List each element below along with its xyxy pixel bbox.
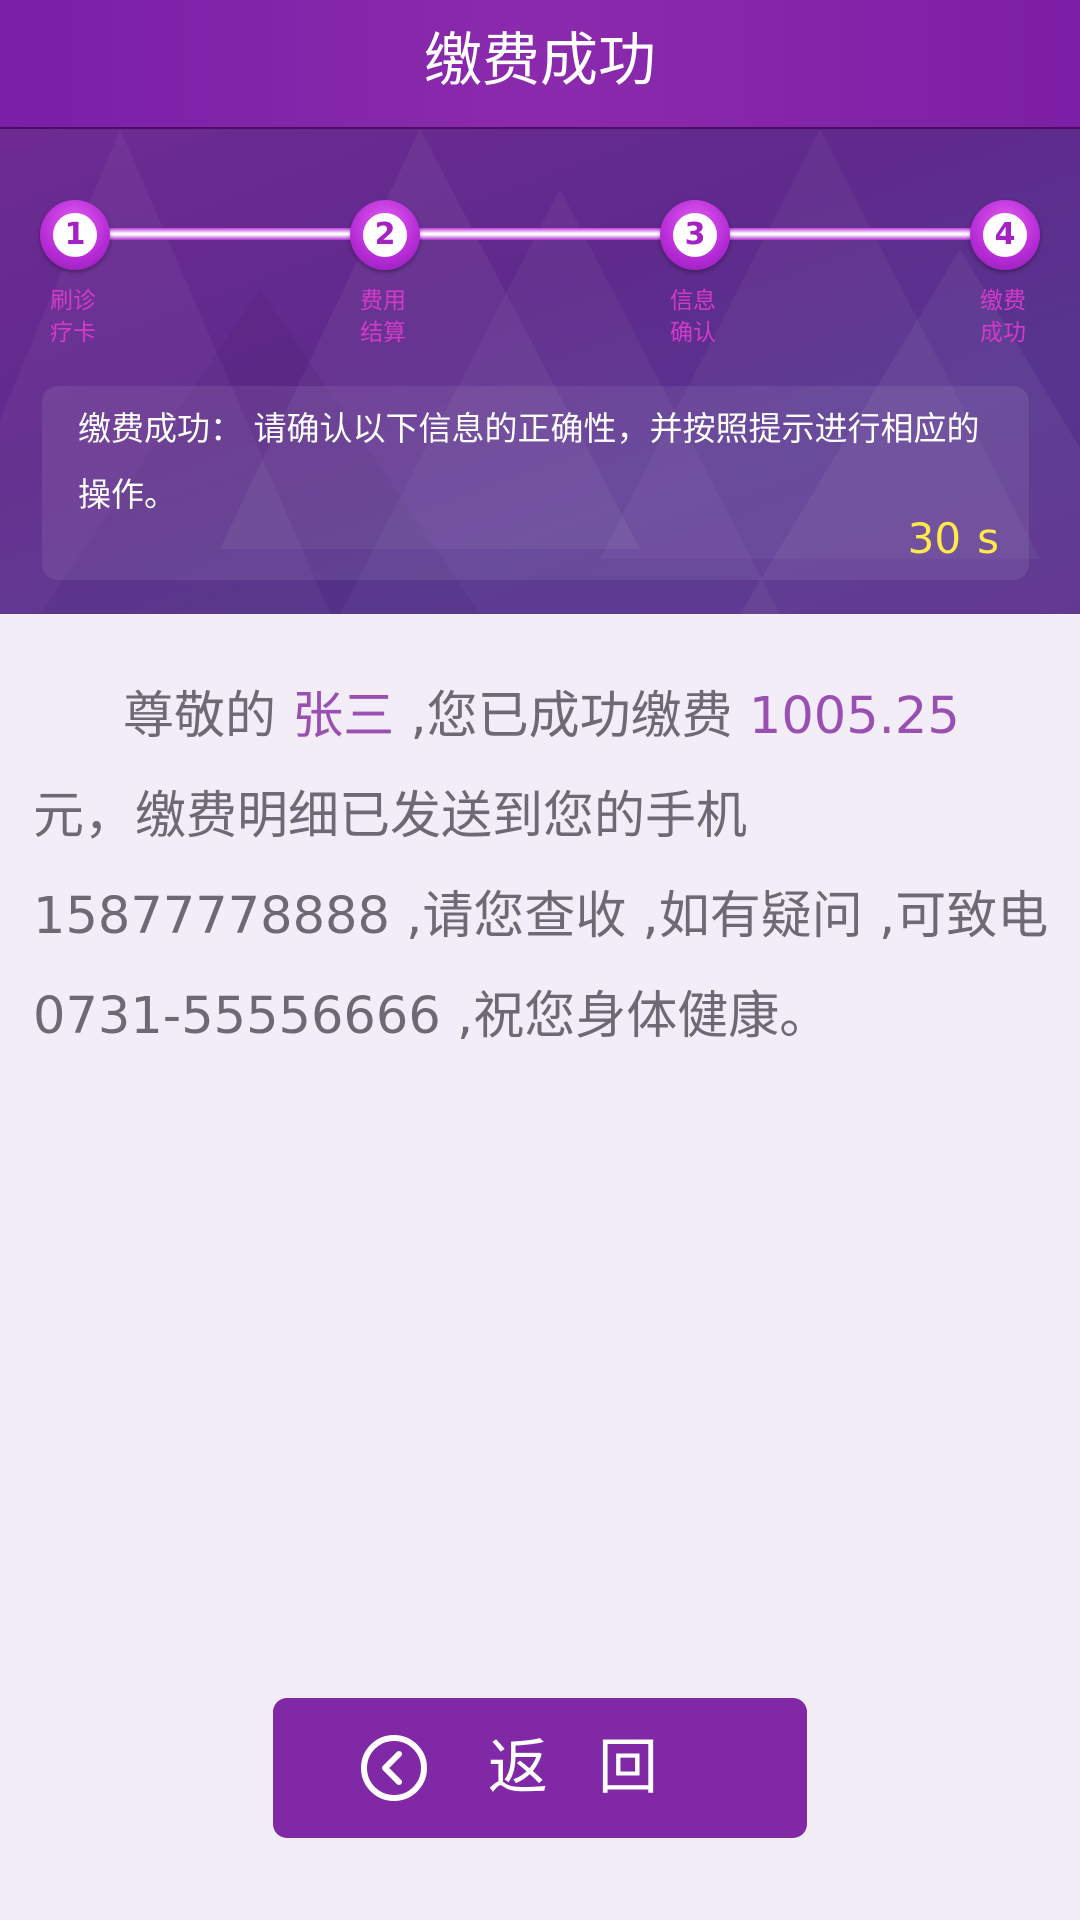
message-details: 元，缴费明细已发送到您的手机 15877778888 ,请您查收 ,如有疑问 ,…: [33, 787, 1049, 1046]
countdown-value: 30: [907, 514, 962, 563]
status-panel: 1 2 3 4 刷诊 疗卡 费用 结算 信息 确认 缴费 成功 缴费成功： 请确…: [0, 129, 1080, 614]
back-button-label: 返回: [488, 1733, 708, 1803]
step-2-label: 费用 结算: [360, 288, 406, 346]
countdown-unit: s: [977, 514, 999, 563]
notice-box: 缴费成功： 请确认以下信息的正确性，并按照提示进行相应的操作。 30 s: [42, 386, 1029, 580]
step-4-indicator: 4: [970, 200, 1040, 270]
notice-text: 缴费成功： 请确认以下信息的正确性，并按照提示进行相应的操作。: [78, 409, 980, 514]
page-title: 缴费成功: [423, 26, 656, 94]
progress-track: [72, 228, 1004, 240]
step-4-number: 4: [983, 213, 1027, 257]
payment-message: 尊敬的 张三 ,您已成功缴费 1005.25 元，缴费明细已发送到您的手机 15…: [33, 667, 1053, 1067]
step-3-number: 3: [673, 213, 717, 257]
chevron-left-circle-icon: [361, 1735, 427, 1801]
patient-name: 张三: [292, 687, 395, 746]
countdown-timer: 30 s: [908, 514, 999, 564]
back-button[interactable]: 返回: [273, 1698, 807, 1838]
header-bar: 缴费成功: [0, 0, 1080, 129]
step-1-indicator: 1: [40, 200, 110, 270]
step-1-number: 1: [53, 213, 97, 257]
message-greeting: 尊敬的: [123, 687, 293, 746]
step-1-label: 刷诊 疗卡: [50, 288, 96, 346]
step-2-number: 2: [363, 213, 407, 257]
step-3-label: 信息 确认: [670, 288, 716, 346]
message-paid-text: ,您已成功缴费: [394, 687, 749, 746]
payment-amount: 1005.25: [748, 687, 960, 746]
step-3-indicator: 3: [660, 200, 730, 270]
step-4-label: 缴费 成功: [980, 288, 1026, 346]
step-2-indicator: 2: [350, 200, 420, 270]
